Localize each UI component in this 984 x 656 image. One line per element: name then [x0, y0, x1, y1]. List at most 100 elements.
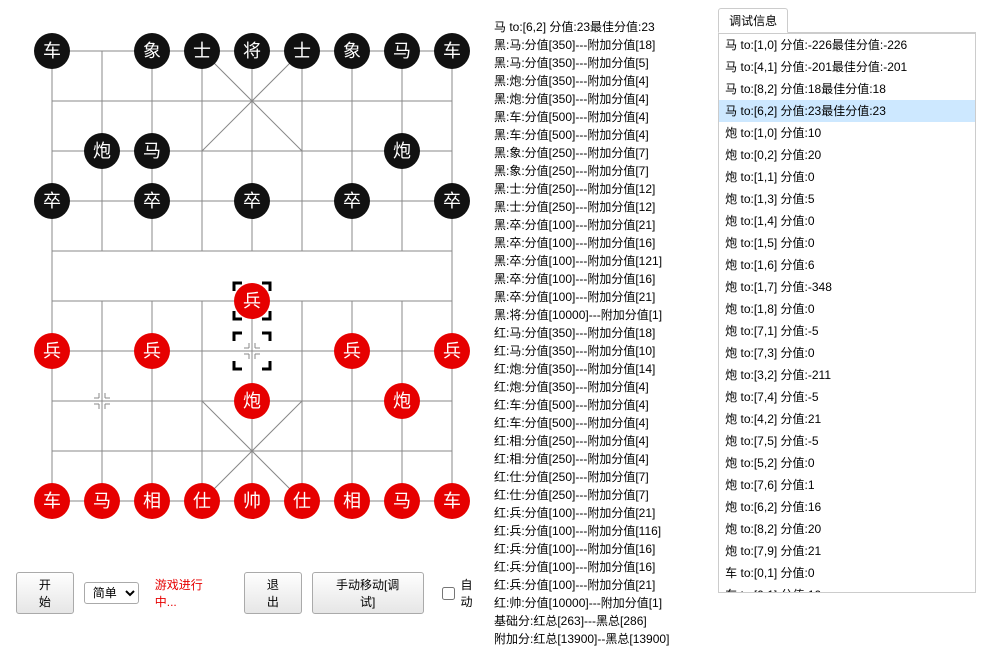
piece-red-25[interactable]: 相: [134, 483, 170, 519]
eval-line: 黑:卒:分值[100]---附加分值[21]: [494, 216, 712, 234]
debug-row[interactable]: 炮 to:[4,2] 分值:21: [719, 408, 975, 430]
debug-row[interactable]: 炮 to:[1,3] 分值:5: [719, 188, 975, 210]
eval-line: 红:车:分值[500]---附加分值[4]: [494, 414, 712, 432]
evaluation-log: 马 to:[6,2] 分值:23最佳分值:23 黑:马:分值[350]---附加…: [484, 8, 712, 648]
debug-row[interactable]: 炮 to:[8,2] 分值:20: [719, 518, 975, 540]
eval-line: 红:马:分值[350]---附加分值[10]: [494, 342, 712, 360]
piece-red-20[interactable]: 兵: [434, 333, 470, 369]
piece-red-31[interactable]: 车: [434, 483, 470, 519]
debug-listbox[interactable]: 马 to:[1,0] 分值:-226最佳分值:-226马 to:[4,1] 分值…: [718, 33, 976, 593]
eval-line: 黑:车:分值[500]---附加分值[4]: [494, 108, 712, 126]
manual-move-debug-button[interactable]: 手动移动[调试]: [312, 572, 424, 614]
piece-black-13[interactable]: 卒: [234, 183, 270, 219]
piece-black-14[interactable]: 卒: [334, 183, 370, 219]
piece-black-9[interactable]: 马: [134, 133, 170, 169]
debug-row[interactable]: 炮 to:[7,3] 分值:0: [719, 342, 975, 364]
debug-row[interactable]: 马 to:[1,0] 分值:-226最佳分值:-226: [719, 34, 975, 56]
eval-line: 黑:炮:分值[350]---附加分值[4]: [494, 72, 712, 90]
debug-row[interactable]: 炮 to:[1,4] 分值:0: [719, 210, 975, 232]
piece-black-12[interactable]: 卒: [134, 183, 170, 219]
eval-line: 红:炮:分值[350]---附加分值[4]: [494, 378, 712, 396]
auto-checkbox[interactable]: [442, 587, 455, 600]
eval-line: 黑:卒:分值[100]---附加分值[16]: [494, 234, 712, 252]
piece-red-23[interactable]: 车: [34, 483, 70, 519]
debug-row[interactable]: 马 to:[8,2] 分值:18最佳分值:18: [719, 78, 975, 100]
eval-line: 红:兵:分值[100]---附加分值[16]: [494, 540, 712, 558]
piece-black-5[interactable]: 象: [334, 33, 370, 69]
piece-red-26[interactable]: 仕: [184, 483, 220, 519]
debug-row[interactable]: 炮 to:[7,9] 分值:21: [719, 540, 975, 562]
eval-line: 基础分:红总[263]---黑总[286]: [494, 612, 712, 630]
eval-line: 黑:马:分值[350]---附加分值[5]: [494, 54, 712, 72]
debug-row[interactable]: 炮 to:[7,6] 分值:1: [719, 474, 975, 496]
difficulty-select[interactable]: 简单: [84, 582, 139, 604]
eval-line: 黑:象:分值[250]---附加分值[7]: [494, 162, 712, 180]
eval-line: 黑:士:分值[250]---附加分值[12]: [494, 198, 712, 216]
piece-red-24[interactable]: 马: [84, 483, 120, 519]
eval-line: 红:相:分值[250]---附加分值[4]: [494, 450, 712, 468]
piece-red-21[interactable]: 炮: [234, 383, 270, 419]
game-status: 游戏进行中...: [155, 576, 224, 610]
debug-row[interactable]: 炮 to:[5,2] 分值:0: [719, 452, 975, 474]
debug-row[interactable]: 炮 to:[7,4] 分值:-5: [719, 386, 975, 408]
debug-row[interactable]: 马 to:[4,1] 分值:-201最佳分值:-201: [719, 56, 975, 78]
debug-row[interactable]: 炮 to:[1,5] 分值:0: [719, 232, 975, 254]
eval-line: 黑:马:分值[350]---附加分值[18]: [494, 36, 712, 54]
piece-black-15[interactable]: 卒: [434, 183, 470, 219]
piece-red-29[interactable]: 相: [334, 483, 370, 519]
controls-bar: 开始 简单 游戏进行中... 退出 手动移动[调试] 自动: [8, 572, 484, 614]
piece-black-3[interactable]: 将: [234, 33, 270, 69]
debug-row[interactable]: 炮 to:[0,2] 分值:20: [719, 144, 975, 166]
auto-label-text: 自动: [461, 576, 484, 610]
eval-line: 红:兵:分值[100]---附加分值[16]: [494, 558, 712, 576]
piece-black-7[interactable]: 车: [434, 33, 470, 69]
debug-row[interactable]: 马 to:[6,2] 分值:23最佳分值:23: [719, 100, 975, 122]
debug-row[interactable]: 炮 to:[1,7] 分值:-348: [719, 276, 975, 298]
piece-black-0[interactable]: 车: [34, 33, 70, 69]
piece-black-2[interactable]: 士: [184, 33, 220, 69]
eval-line: 红:车:分值[500]---附加分值[4]: [494, 396, 712, 414]
debug-row[interactable]: 车 to:[0,1] 分值:10: [719, 584, 975, 593]
piece-red-16[interactable]: 兵: [234, 283, 270, 319]
piece-black-10[interactable]: 炮: [384, 133, 420, 169]
eval-line: 黑:将:分值[10000]---附加分值[1]: [494, 306, 712, 324]
eval-line: 黑:车:分值[500]---附加分值[4]: [494, 126, 712, 144]
debug-row[interactable]: 炮 to:[7,5] 分值:-5: [719, 430, 975, 452]
eval-line: 黑:炮:分值[350]---附加分值[4]: [494, 90, 712, 108]
debug-row[interactable]: 车 to:[0,1] 分值:0: [719, 562, 975, 584]
tab-debug-info[interactable]: 调试信息: [718, 8, 788, 33]
eval-header: 马 to:[6,2] 分值:23最佳分值:23: [494, 18, 712, 36]
eval-line: 黑:卒:分值[100]---附加分值[16]: [494, 270, 712, 288]
debug-tab-bar: 调试信息: [718, 8, 976, 33]
piece-red-19[interactable]: 兵: [334, 333, 370, 369]
piece-black-11[interactable]: 卒: [34, 183, 70, 219]
piece-red-22[interactable]: 炮: [384, 383, 420, 419]
piece-black-8[interactable]: 炮: [84, 133, 120, 169]
eval-line: 红:相:分值[250]---附加分值[4]: [494, 432, 712, 450]
eval-line: 红:仕:分值[250]---附加分值[7]: [494, 486, 712, 504]
eval-line: 红:马:分值[350]---附加分值[18]: [494, 324, 712, 342]
piece-red-18[interactable]: 兵: [134, 333, 170, 369]
debug-row[interactable]: 炮 to:[1,8] 分值:0: [719, 298, 975, 320]
auto-checkbox-label[interactable]: 自动: [438, 576, 484, 610]
debug-row[interactable]: 炮 to:[6,2] 分值:16: [719, 496, 975, 518]
start-button[interactable]: 开始: [16, 572, 74, 614]
eval-line: 黑:卒:分值[100]---附加分值[121]: [494, 252, 712, 270]
piece-black-4[interactable]: 士: [284, 33, 320, 69]
debug-row[interactable]: 炮 to:[1,1] 分值:0: [719, 166, 975, 188]
eval-line: 黑:象:分值[250]---附加分值[7]: [494, 144, 712, 162]
piece-red-30[interactable]: 马: [384, 483, 420, 519]
piece-black-1[interactable]: 象: [134, 33, 170, 69]
debug-row[interactable]: 炮 to:[3,2] 分值:-211: [719, 364, 975, 386]
eval-line: 附加分:红总[13900]--黑总[13900]: [494, 630, 712, 648]
eval-line: 红:炮:分值[350]---附加分值[14]: [494, 360, 712, 378]
piece-red-27[interactable]: 帅: [234, 483, 270, 519]
piece-red-28[interactable]: 仕: [284, 483, 320, 519]
debug-row[interactable]: 炮 to:[1,6] 分值:6: [719, 254, 975, 276]
debug-row[interactable]: 炮 to:[1,0] 分值:10: [719, 122, 975, 144]
exit-button[interactable]: 退出: [244, 572, 302, 614]
piece-red-17[interactable]: 兵: [34, 333, 70, 369]
xiangqi-board[interactable]: 车象士将士象马车炮马炮卒卒卒卒卒兵兵兵兵兵炮炮车马相仕帅仕相马车: [12, 16, 472, 556]
debug-row[interactable]: 炮 to:[7,1] 分值:-5: [719, 320, 975, 342]
piece-black-6[interactable]: 马: [384, 33, 420, 69]
